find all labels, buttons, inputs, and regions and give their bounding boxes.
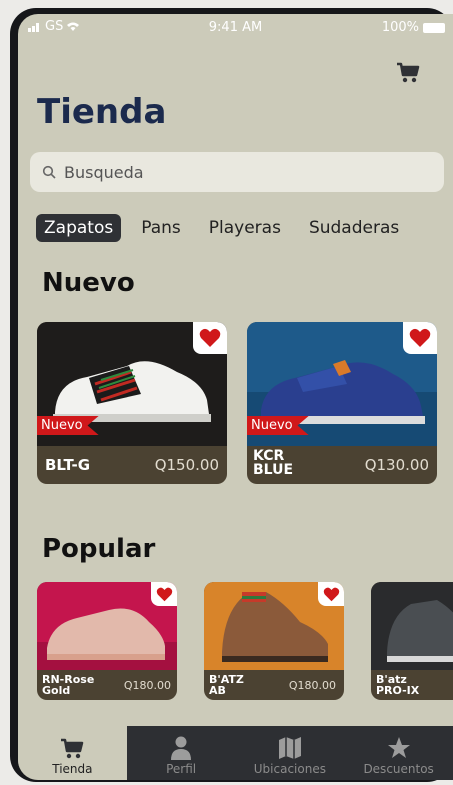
favorite-button[interactable]	[403, 322, 437, 354]
app-screen: GS 9:41 AM 100% Tienda Zapatos Pans Play…	[18, 14, 453, 780]
product-image	[371, 582, 453, 670]
page-title: Tienda	[37, 92, 167, 132]
product-name: B'ATZ AB	[209, 672, 244, 698]
new-section-title: Nuevo	[42, 268, 135, 298]
product-price: Q150.00	[154, 456, 219, 474]
tab-label: Descuentos	[363, 762, 434, 776]
cart-button[interactable]	[396, 62, 426, 88]
battery-percentage: 100%	[381, 20, 419, 35]
product-name: RN-Rose Gold	[42, 672, 95, 698]
tab-playeras[interactable]: Playeras	[201, 214, 289, 242]
tab-label: Ubicaciones	[253, 762, 326, 776]
favorite-button[interactable]	[318, 582, 344, 606]
product-card-rn-rose-gold[interactable]: RN-Rose Gold Q180.00	[37, 582, 177, 700]
cart-icon	[397, 62, 420, 83]
tab-tienda[interactable]: Tienda	[18, 726, 127, 780]
search-input[interactable]	[62, 161, 406, 183]
battery-group: 100%	[382, 20, 445, 35]
product-price: Q180.00	[123, 679, 171, 692]
user-icon	[171, 736, 192, 760]
tab-label: Tienda	[52, 762, 93, 776]
map-icon	[278, 737, 301, 759]
heart-icon	[199, 328, 221, 347]
product-name: BLT-G	[45, 456, 91, 475]
product-card-batz-pro-ix[interactable]: B'atz PRO-IX	[371, 582, 453, 700]
tab-pans[interactable]: Pans	[133, 214, 189, 242]
tab-zapatos[interactable]: Zapatos	[36, 214, 122, 242]
product-card-kcr-blue[interactable]: Nuevo KCR BLUE Q130.00	[247, 322, 437, 484]
tab-ubicaciones[interactable]: Ubicaciones	[236, 726, 345, 780]
tab-label: Perfil	[166, 762, 197, 776]
bottom-tab-bar: Tienda Perfil Ubicaciones Descuentos	[18, 726, 453, 780]
heart-icon	[156, 587, 172, 601]
heart-icon	[323, 587, 339, 601]
battery-icon	[423, 22, 445, 33]
product-price: Q130.00	[364, 456, 429, 474]
product-card-batz-ab[interactable]: B'ATZ AB Q180.00	[204, 582, 344, 700]
product-price: Q180.00	[288, 679, 336, 692]
category-tabs: Zapatos Pans Playeras Sudaderas	[36, 214, 407, 242]
star-icon	[387, 737, 410, 758]
tab-perfil[interactable]: Perfil	[127, 726, 236, 780]
favorite-button[interactable]	[193, 322, 227, 354]
product-name: B'atz PRO-IX	[376, 672, 420, 698]
tab-sudaderas[interactable]: Sudaderas	[301, 214, 407, 242]
search-bar[interactable]	[30, 152, 444, 192]
status-bar: GS 9:41 AM 100%	[18, 14, 453, 42]
heart-icon	[409, 328, 431, 347]
product-card-blt-g[interactable]: Nuevo BLT-G Q150.00	[37, 322, 227, 484]
favorite-button[interactable]	[151, 582, 177, 606]
tab-descuentos[interactable]: Descuentos	[344, 726, 453, 780]
cart-icon	[61, 738, 84, 759]
popular-section-title: Popular	[42, 534, 156, 564]
search-icon	[42, 165, 56, 179]
product-name: KCR BLUE	[253, 447, 294, 479]
